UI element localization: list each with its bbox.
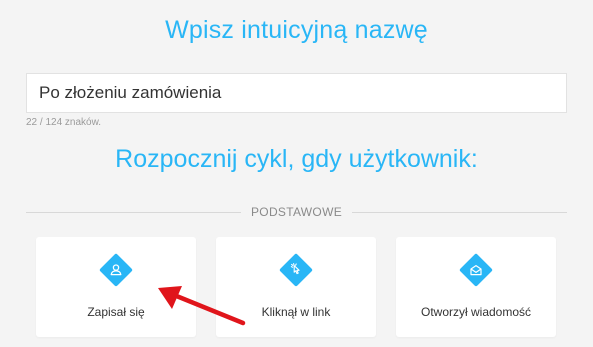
envelope-open-icon <box>459 253 493 287</box>
character-counter: 22 / 124 znaków. <box>26 117 102 128</box>
trigger-heading: Rozpocznij cykl, gdy użytkownik: <box>115 145 478 173</box>
trigger-card-opened-message[interactable]: Otworzył wiadomość <box>396 237 556 337</box>
name-input[interactable] <box>26 73 567 113</box>
card-label: Otworzył wiadomość <box>420 305 532 319</box>
section-label: PODSTAWOWE <box>251 205 342 219</box>
divider-line-right <box>352 211 567 213</box>
divider-line-left <box>26 211 241 213</box>
click-icon <box>279 253 313 287</box>
red-pointer-arrow-icon <box>158 286 246 326</box>
user-icon <box>99 253 133 287</box>
section-divider: PODSTAWOWE <box>26 202 567 222</box>
page-title: Wpisz intuicyjną nazwę <box>165 16 428 44</box>
